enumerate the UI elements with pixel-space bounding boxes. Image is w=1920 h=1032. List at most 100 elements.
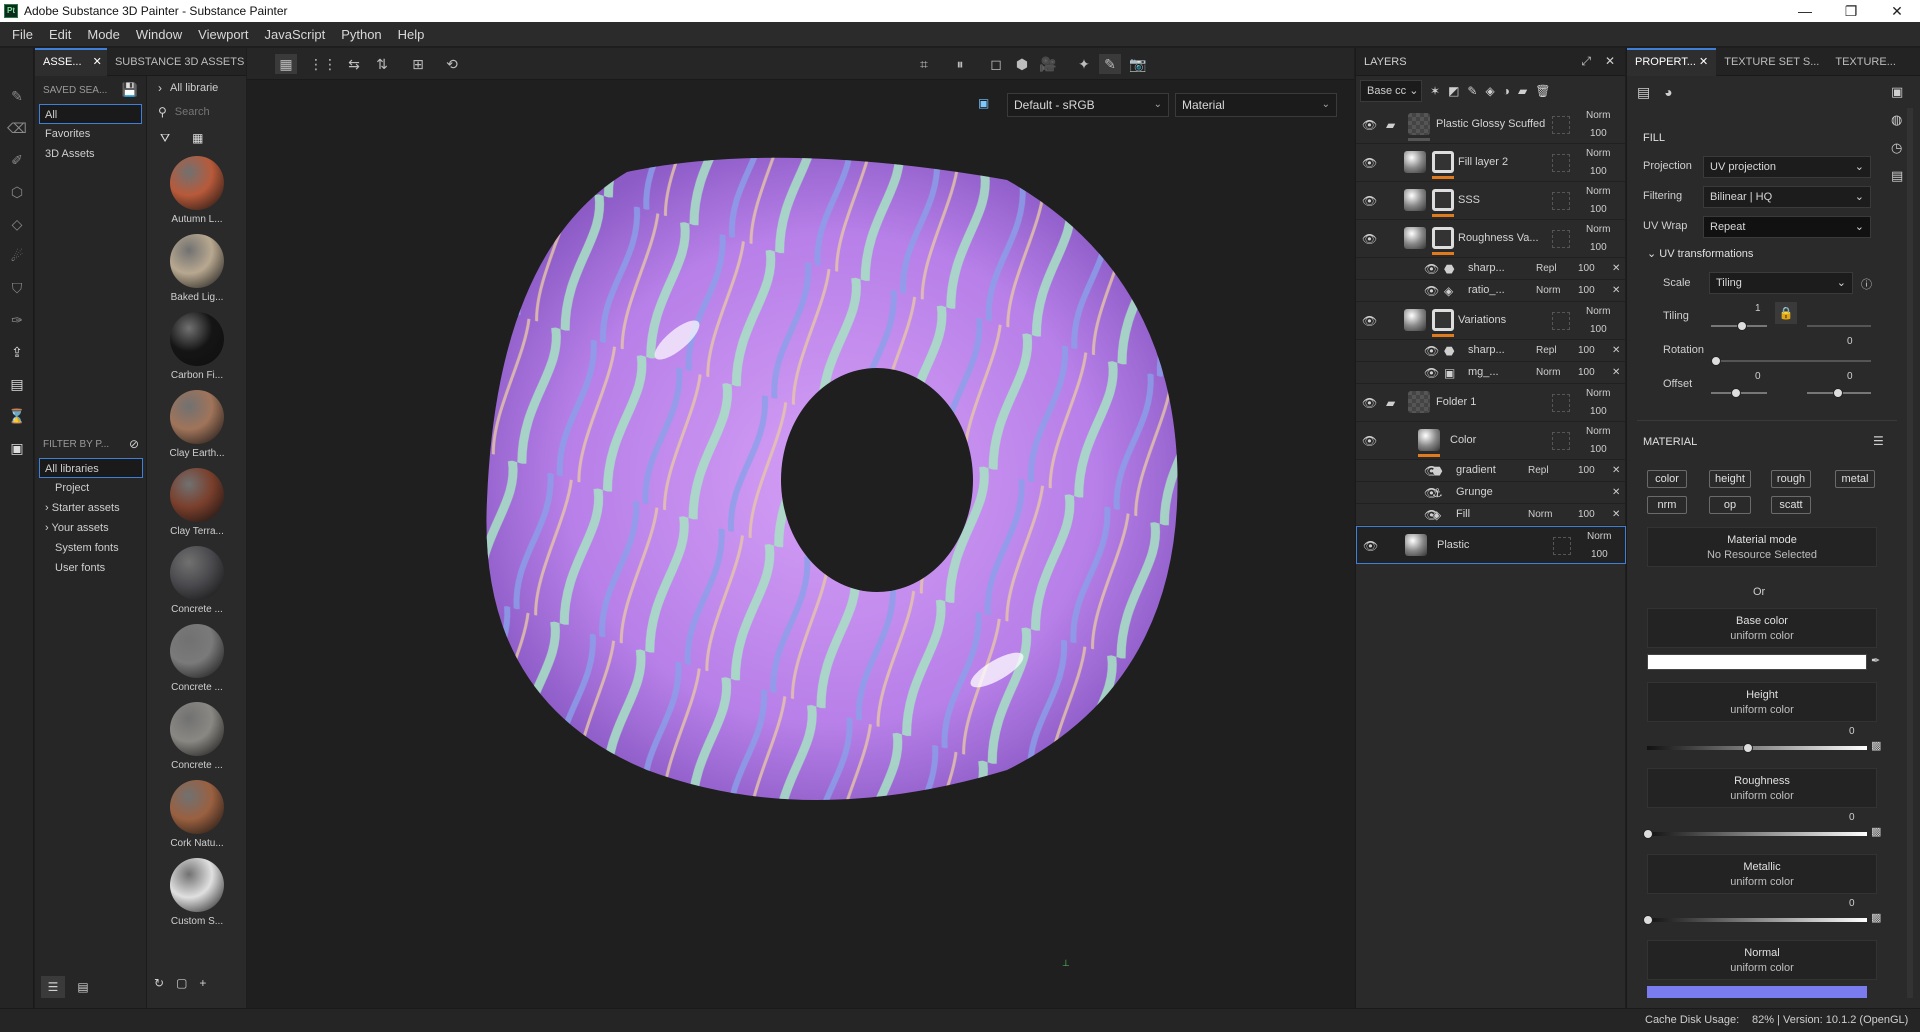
- normal-card[interactable]: Normal uniform color: [1647, 940, 1877, 980]
- blend-mode-select[interactable]: Repl: [1528, 465, 1549, 476]
- scale-select[interactable]: Tiling ⌄: [1709, 272, 1853, 294]
- asset-thumbnail[interactable]: Concrete ...: [148, 620, 246, 698]
- asset-thumbnail[interactable]: Carbon Fi...: [148, 308, 246, 386]
- log-icon[interactable]: ▤: [1891, 168, 1903, 184]
- grid-view-icon[interactable]: ▦: [192, 131, 203, 145]
- offset-x-knob[interactable]: [1731, 388, 1741, 398]
- effect-row[interactable]: 👁 ▣ mg_... Norm 100 ✕: [1356, 362, 1626, 384]
- layer-thumbnail[interactable]: [1405, 534, 1427, 556]
- texture-map-icon[interactable]: ▩: [1871, 825, 1881, 838]
- visibility-eye-icon[interactable]: 👁: [1363, 539, 1378, 553]
- screenshot-icon[interactable]: 📷: [1127, 54, 1149, 74]
- opacity-value[interactable]: 100: [1590, 444, 1607, 455]
- layer-name[interactable]: Roughness Va...: [1458, 232, 1539, 244]
- chip-rough[interactable]: rough: [1771, 470, 1811, 488]
- layer-name[interactable]: Folder 1: [1436, 396, 1476, 408]
- menu-file[interactable]: File: [4, 27, 41, 42]
- layer-mask-slot[interactable]: [1552, 154, 1570, 172]
- frame-icon[interactable]: ⊞: [407, 54, 429, 74]
- eraser-icon[interactable]: ⌫: [0, 112, 34, 144]
- blend-mode-select[interactable]: Norm: [1586, 388, 1610, 399]
- chip-height[interactable]: height: [1709, 470, 1751, 488]
- saved-item-all[interactable]: All: [39, 104, 142, 124]
- metallic-slider[interactable]: [1647, 918, 1867, 922]
- 2d-view-icon[interactable]: ◻: [985, 54, 1007, 74]
- effect-row[interactable]: 👁 ◈ ratio_... Norm 100 ✕: [1356, 280, 1626, 302]
- add-smart-material-icon[interactable]: ◑: [1503, 84, 1510, 98]
- base-color-card[interactable]: Base color uniform color: [1647, 608, 1877, 648]
- layer-mask-slot[interactable]: [1552, 394, 1570, 412]
- remove-effect-icon[interactable]: ✕: [1612, 263, 1620, 274]
- layer-name[interactable]: Plastic Glossy Scuffed: [1436, 118, 1545, 130]
- new-folder-icon[interactable]: ▢: [176, 976, 187, 990]
- pause-icon[interactable]: ⏸: [949, 54, 971, 74]
- effect-row[interactable]: 👁 ⬣ sharp... Repl 100 ✕: [1356, 340, 1626, 362]
- asset-thumbnail[interactable]: Cork Natu...: [148, 776, 246, 854]
- mask-thumbnail[interactable]: [1432, 151, 1454, 173]
- material-menu-icon[interactable]: ☰: [1873, 434, 1884, 448]
- effect-row[interactable]: 👁 ⬣ gradient Repl 100 ✕: [1356, 460, 1626, 482]
- filter-item-starter-assets[interactable]: › Starter assets: [35, 498, 147, 518]
- chip-color[interactable]: color: [1647, 470, 1687, 488]
- menu-mode[interactable]: Mode: [79, 27, 128, 42]
- offset-y-knob[interactable]: [1833, 388, 1843, 398]
- layer-name[interactable]: Plastic: [1437, 539, 1469, 551]
- blend-mode-select[interactable]: Norm: [1536, 285, 1560, 296]
- display-settings-icon[interactable]: ▣: [0, 432, 34, 464]
- blend-mode-select[interactable]: Norm: [1586, 110, 1610, 121]
- 3d-viewport[interactable]: ▦ ⋮⋮ ⇆ ⇅ ⊞ ⟲ ⌗ ⏸ ◻ ⬢ 🎥 ✦ ✎ 📷 ▣ Default -…: [247, 48, 1354, 1008]
- 3d-view-icon[interactable]: ⬢: [1011, 54, 1033, 74]
- blend-mode-select[interactable]: Norm: [1586, 426, 1610, 437]
- roughness-knob[interactable]: [1643, 829, 1653, 839]
- texture-side-icon[interactable]: ◍: [1891, 112, 1903, 128]
- tab-texture[interactable]: TEXTURE...: [1827, 48, 1904, 76]
- layer-thumbnail[interactable]: [1404, 309, 1426, 331]
- layer-name[interactable]: gradient: [1456, 464, 1496, 476]
- add-icon[interactable]: +: [199, 976, 206, 990]
- uv-transformations-toggle[interactable]: ⌄ UV transformations: [1647, 247, 1753, 260]
- folder-icon[interactable]: ▰: [1386, 118, 1395, 132]
- float-panel-icon[interactable]: ⤢: [1581, 54, 1591, 69]
- layer-mask-slot[interactable]: [1552, 192, 1570, 210]
- projection-select[interactable]: UV projection ⌄: [1703, 156, 1871, 178]
- asset-thumbnail[interactable]: Clay Earth...: [148, 386, 246, 464]
- mask-thumbnail[interactable]: [1432, 309, 1454, 331]
- blend-mode-select[interactable]: Norm: [1586, 306, 1610, 317]
- picker-icon[interactable]: ✑: [0, 304, 34, 336]
- layer-name[interactable]: Fill layer 2: [1458, 156, 1508, 168]
- blend-mode-select[interactable]: Repl: [1536, 345, 1557, 356]
- clock-icon[interactable]: ◷: [1891, 140, 1903, 156]
- clone-stamp-icon[interactable]: ⛉: [0, 272, 34, 304]
- refresh-icon[interactable]: ↻: [154, 976, 164, 990]
- tab-texture-set-settings[interactable]: TEXTURE SET S...: [1716, 48, 1827, 76]
- info-icon[interactable]: ⓘ: [1861, 276, 1872, 292]
- layer-row[interactable]: 👁 Fill layer 2 Norm 100: [1356, 144, 1626, 182]
- symmetry-x-icon[interactable]: ⇆: [343, 54, 365, 74]
- tab-substance-3d-assets[interactable]: SUBSTANCE 3D ASSETS: [107, 48, 246, 76]
- layer-name[interactable]: Variations: [1458, 314, 1506, 326]
- mask-thumbnail[interactable]: [1432, 227, 1454, 249]
- lock-icon[interactable]: 🔒: [1775, 302, 1797, 324]
- tiling-knob[interactable]: [1737, 321, 1747, 331]
- visibility-eye-icon[interactable]: 👁: [1424, 344, 1439, 358]
- visibility-eye-icon[interactable]: 👁: [1424, 262, 1439, 276]
- base-color-swatch[interactable]: [1647, 654, 1867, 670]
- tab-assets[interactable]: ASSE... ✕: [35, 47, 107, 76]
- layer-row[interactable]: 👁 Plastic Norm 100: [1356, 526, 1626, 564]
- layer-thumbnail[interactable]: [1404, 189, 1426, 211]
- visibility-eye-icon[interactable]: 👁: [1362, 118, 1377, 132]
- blend-mode-select[interactable]: Norm: [1586, 224, 1610, 235]
- close-icon[interactable]: ✕: [1605, 54, 1615, 69]
- layer-thumbnail[interactable]: [1404, 151, 1426, 173]
- layer-name[interactable]: sharp...: [1468, 262, 1505, 274]
- filter-item-all-libraries[interactable]: All libraries: [39, 458, 143, 478]
- visibility-eye-icon[interactable]: 👁: [1362, 194, 1377, 208]
- torus-model[interactable]: [247, 80, 1354, 1008]
- metallic-card[interactable]: Metallic uniform color: [1647, 854, 1877, 894]
- opacity-value[interactable]: 100: [1590, 128, 1607, 139]
- asset-thumbnail[interactable]: Baked Lig...: [148, 230, 246, 308]
- breadcrumb[interactable]: All librarie: [170, 82, 218, 94]
- filter-item-your-assets[interactable]: › Your assets: [35, 518, 147, 538]
- add-mask-icon[interactable]: ◩: [1448, 84, 1459, 98]
- remove-effect-icon[interactable]: ✕: [1612, 487, 1620, 498]
